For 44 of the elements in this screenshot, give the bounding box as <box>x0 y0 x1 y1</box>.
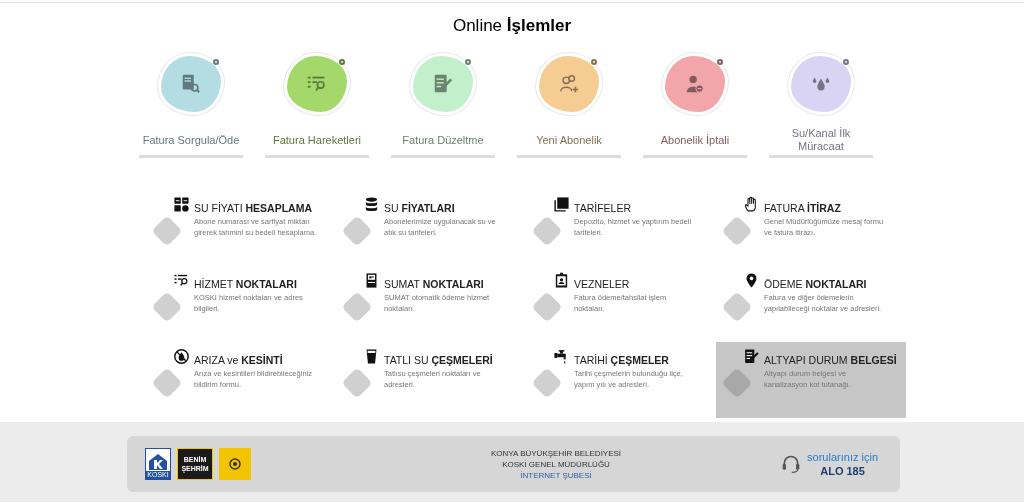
service-title: FATURA İTİRAZ <box>764 201 842 215</box>
operation-label: Fatura Hareketleri <box>272 133 361 147</box>
service-title: SUMAT NOKTALARI <box>384 277 485 291</box>
footer-text: KOSKİ GENEL MÜDÜRLÜĞÜ <box>502 458 610 470</box>
service-title: SU FİYATLARI <box>384 201 456 215</box>
service-title: ARIZA ve KESİNTİ <box>194 353 284 367</box>
service-title: TARİFELER <box>574 201 632 215</box>
operation-link[interactable]: Fatura Sorgula/Öde <box>138 49 244 158</box>
no-water-icon <box>173 348 190 365</box>
list-search-icon <box>173 272 190 289</box>
operation-label: Fatura Düzeltme <box>402 133 484 147</box>
help-text: sorularınız için <box>807 450 878 464</box>
operation-link[interactable]: Abonelik İptali <box>642 49 748 158</box>
service-title: ÖDEME NOKTALARI <box>764 277 868 291</box>
service-title: ALTYAPI DURUM BELGESİ <box>764 353 896 367</box>
footer-link[interactable]: İNTERNET ŞUBESİ <box>520 469 592 481</box>
service-title: TARİHİ ÇEŞMELER <box>574 353 670 367</box>
document-edit-icon <box>432 73 454 95</box>
headset-icon <box>781 454 802 474</box>
service-title: SU FİYATI HESAPLAMA <box>194 201 314 215</box>
add-user-icon <box>558 73 580 95</box>
database-icon <box>363 196 380 213</box>
operation-label: Yeni Abonelik <box>536 133 602 147</box>
copy-icon <box>553 196 570 213</box>
phone-number: ALO 185 <box>820 464 865 478</box>
page-heading: Online İşlemler <box>451 15 573 37</box>
operation-label: Su/Kanal İlk Müracaat <box>790 127 852 153</box>
service-title: HİZMET NOKTALARI <box>194 277 298 291</box>
id-badge-icon <box>553 272 570 289</box>
emblem-icon <box>228 458 242 470</box>
operation-link[interactable]: Fatura Düzeltme <box>390 49 496 158</box>
logo-mark-icon <box>148 453 168 471</box>
calculator-icon <box>173 196 190 213</box>
document-search-icon <box>180 73 202 95</box>
remove-user-icon <box>684 73 706 95</box>
operation-label: Fatura Sorgula/Öde <box>142 133 240 147</box>
operation-link[interactable]: Su/Kanal İlk Müracaat <box>768 49 874 158</box>
document-edit-icon <box>743 348 760 365</box>
service-title: TATLI SU ÇEŞMELERİ <box>384 353 494 367</box>
operation-label: Abonelik İptali <box>660 133 730 147</box>
operation-link[interactable]: Fatura Hareketleri <box>264 49 370 158</box>
operation-link[interactable]: Yeni Abonelik <box>516 49 622 158</box>
service-title: VEZNELER <box>574 277 631 291</box>
footer-text: KONYA BÜYÜKŞEHİR BELEDİYESİ <box>490 447 622 459</box>
